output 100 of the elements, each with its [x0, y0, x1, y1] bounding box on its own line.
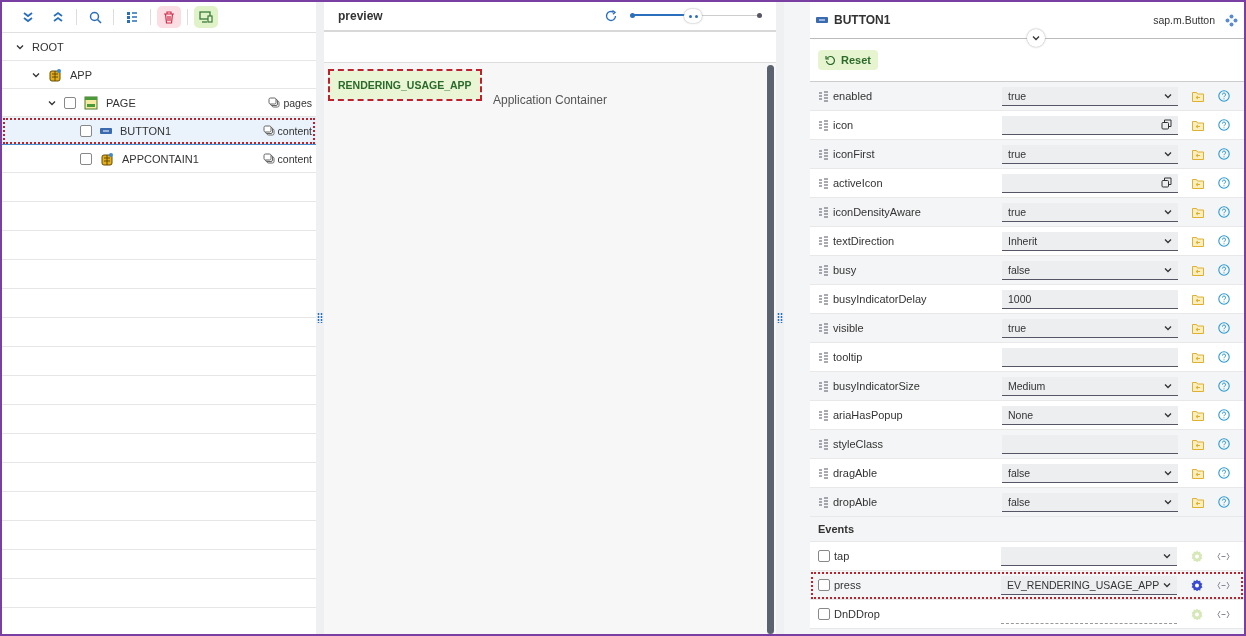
reset-button[interactable]: Reset	[818, 50, 878, 70]
code-icon[interactable]	[1217, 609, 1230, 619]
code-icon[interactable]	[1217, 551, 1230, 561]
copy-icon	[1161, 119, 1172, 130]
folder-icon[interactable]	[1192, 148, 1204, 160]
select-field[interactable]: false	[1002, 492, 1178, 512]
help-icon[interactable]	[1218, 90, 1230, 102]
select-field[interactable]	[1001, 546, 1177, 566]
gear-icon[interactable]	[1191, 579, 1203, 591]
help-icon[interactable]	[1218, 235, 1230, 247]
select-field[interactable]: None	[1002, 405, 1178, 425]
refresh-icon[interactable]	[604, 9, 618, 23]
tree-item[interactable]: APPCONTAIN1 content	[2, 145, 316, 173]
select-field[interactable]: true	[1002, 144, 1178, 164]
input-field[interactable]	[1002, 347, 1178, 367]
tree-item[interactable]: BUTTON1 content	[2, 117, 316, 145]
help-icon[interactable]	[1218, 119, 1230, 131]
control-type: sap.m.Button	[1153, 14, 1215, 26]
select-field[interactable]: false	[1002, 260, 1178, 280]
collapse-button[interactable]	[1027, 29, 1045, 47]
help-icon[interactable]	[1218, 467, 1230, 479]
tree-item[interactable]: APP	[2, 61, 316, 89]
property-icon	[818, 293, 829, 305]
preview-button[interactable]: RENDERING_USAGE_APP	[330, 71, 480, 99]
input-field[interactable]	[1002, 115, 1178, 135]
input-field[interactable]: 1000	[1002, 289, 1178, 309]
checkbox[interactable]	[818, 608, 830, 620]
slider-thumb[interactable]	[684, 9, 703, 23]
folder-icon[interactable]	[1192, 409, 1204, 421]
folder-icon[interactable]	[1192, 293, 1204, 305]
search-icon	[88, 10, 102, 24]
caret-icon	[1164, 237, 1172, 244]
copy-icon	[1161, 177, 1172, 188]
folder-icon[interactable]	[1192, 496, 1204, 508]
code-icon[interactable]	[1217, 580, 1230, 590]
select-field[interactable]: true	[1002, 202, 1178, 222]
property-name: textDirection	[833, 235, 895, 247]
node-label: APP	[70, 68, 93, 81]
folder-icon[interactable]	[1192, 264, 1204, 276]
caret-icon	[1164, 382, 1172, 389]
select-field[interactable]: Inherit	[1002, 231, 1178, 251]
event-name: DnDDrop	[834, 608, 880, 620]
structure-icon[interactable]	[1225, 13, 1238, 27]
chevron-icon[interactable]	[32, 70, 40, 79]
folder-icon[interactable]	[1192, 380, 1204, 392]
input-field[interactable]	[1002, 173, 1178, 193]
property-icon	[818, 119, 829, 131]
node-label: APPCONTAIN1	[122, 152, 200, 165]
checkbox[interactable]	[64, 96, 76, 109]
checkbox[interactable]	[818, 550, 830, 562]
tree-item[interactable]: ROOT	[2, 33, 316, 61]
app-icon	[100, 151, 114, 166]
input-field[interactable]	[1002, 434, 1178, 454]
select-field[interactable]: false	[1002, 463, 1178, 483]
help-icon[interactable]	[1218, 438, 1230, 450]
help-icon[interactable]	[1218, 177, 1230, 189]
help-icon[interactable]	[1218, 264, 1230, 276]
select-field[interactable]: Medium	[1002, 376, 1178, 396]
folder-icon[interactable]	[1192, 438, 1204, 450]
chevron-icon[interactable]	[48, 98, 56, 107]
help-icon[interactable]	[1218, 380, 1230, 392]
help-icon[interactable]	[1218, 351, 1230, 363]
list-icon	[126, 10, 138, 24]
select-field[interactable]: true	[1002, 318, 1178, 338]
caret-icon	[1163, 552, 1171, 559]
help-icon[interactable]	[1218, 148, 1230, 160]
checkbox[interactable]	[80, 124, 92, 137]
splitter-handle[interactable]	[317, 312, 323, 324]
monitor-icon	[199, 11, 213, 23]
chevron-icon[interactable]	[16, 42, 24, 51]
help-icon[interactable]	[1218, 293, 1230, 305]
folder-icon[interactable]	[1192, 322, 1204, 334]
zoom-slider[interactable]	[632, 9, 760, 23]
folder-icon[interactable]	[1192, 206, 1204, 218]
scrollbar[interactable]	[767, 65, 774, 634]
help-icon[interactable]	[1218, 409, 1230, 421]
caret-icon	[1164, 266, 1172, 273]
help-icon[interactable]	[1218, 496, 1230, 508]
folder-icon[interactable]	[1192, 90, 1204, 102]
aggregation-icon	[262, 153, 275, 164]
splitter-handle[interactable]	[777, 312, 783, 324]
property-icon	[818, 380, 829, 392]
help-icon[interactable]	[1218, 206, 1230, 218]
folder-icon[interactable]	[1192, 119, 1204, 131]
device-button[interactable]	[194, 6, 218, 28]
folder-icon[interactable]	[1192, 467, 1204, 479]
property-icon	[818, 496, 829, 508]
caret-icon	[1163, 581, 1171, 588]
checkbox[interactable]	[80, 152, 92, 165]
double-chevron-down-icon	[22, 11, 34, 23]
select-field[interactable]: EV_RENDERING_USAGE_APP	[1001, 575, 1177, 595]
help-icon[interactable]	[1218, 322, 1230, 334]
select-field[interactable]: true	[1002, 86, 1178, 106]
folder-icon[interactable]	[1192, 235, 1204, 247]
node-label: PAGE	[106, 96, 137, 109]
caret-icon	[1164, 324, 1172, 331]
delete-button[interactable]	[157, 6, 181, 28]
folder-icon[interactable]	[1192, 177, 1204, 189]
folder-icon[interactable]	[1192, 351, 1204, 363]
checkbox[interactable]	[818, 579, 830, 591]
